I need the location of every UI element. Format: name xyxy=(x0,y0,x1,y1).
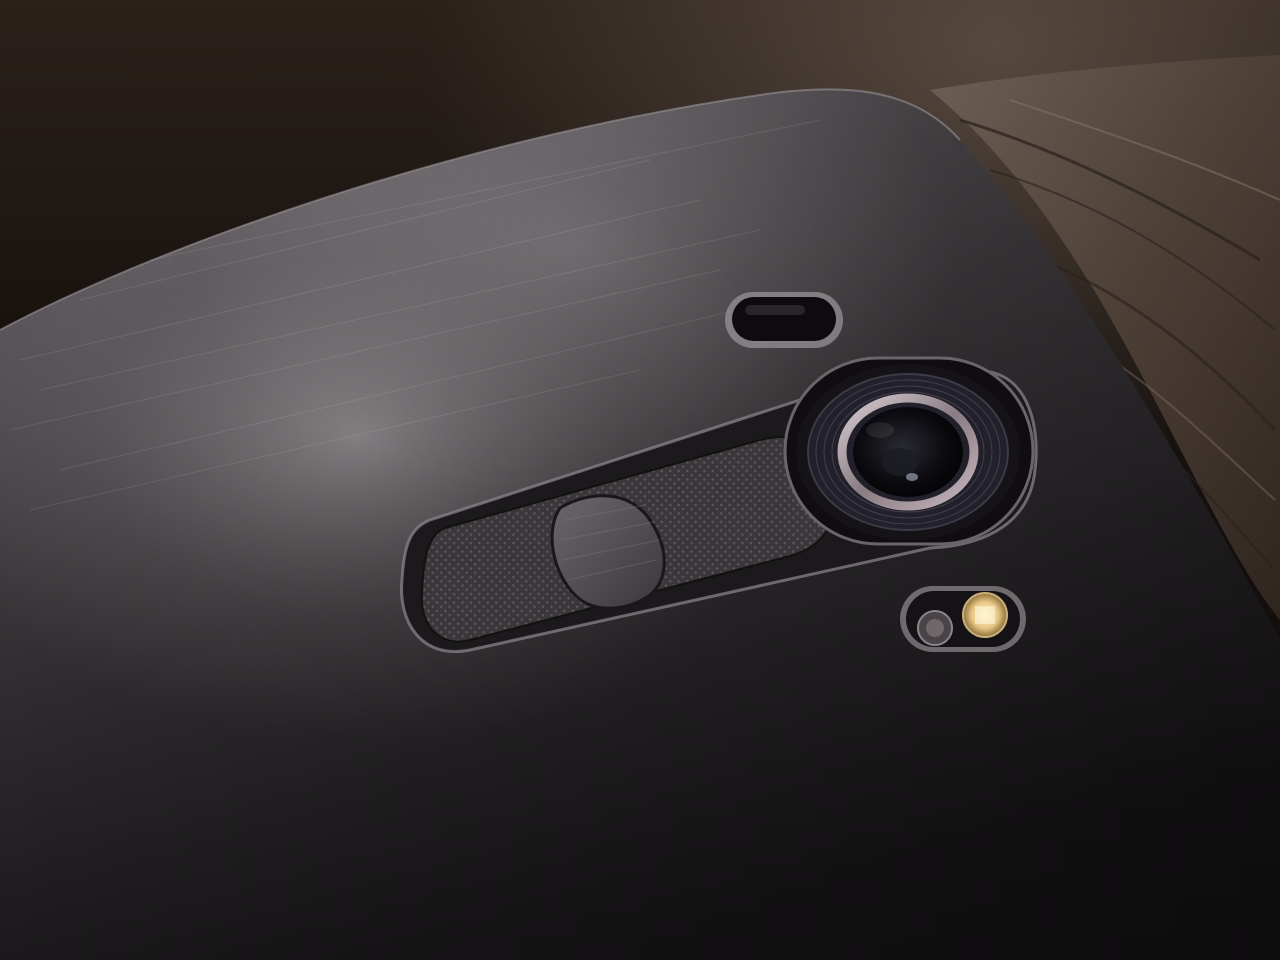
photo-scene xyxy=(0,0,1280,960)
rear-camera-lens xyxy=(783,356,1035,546)
led-flash xyxy=(900,586,1026,652)
laser-autofocus-sensor xyxy=(725,292,843,348)
